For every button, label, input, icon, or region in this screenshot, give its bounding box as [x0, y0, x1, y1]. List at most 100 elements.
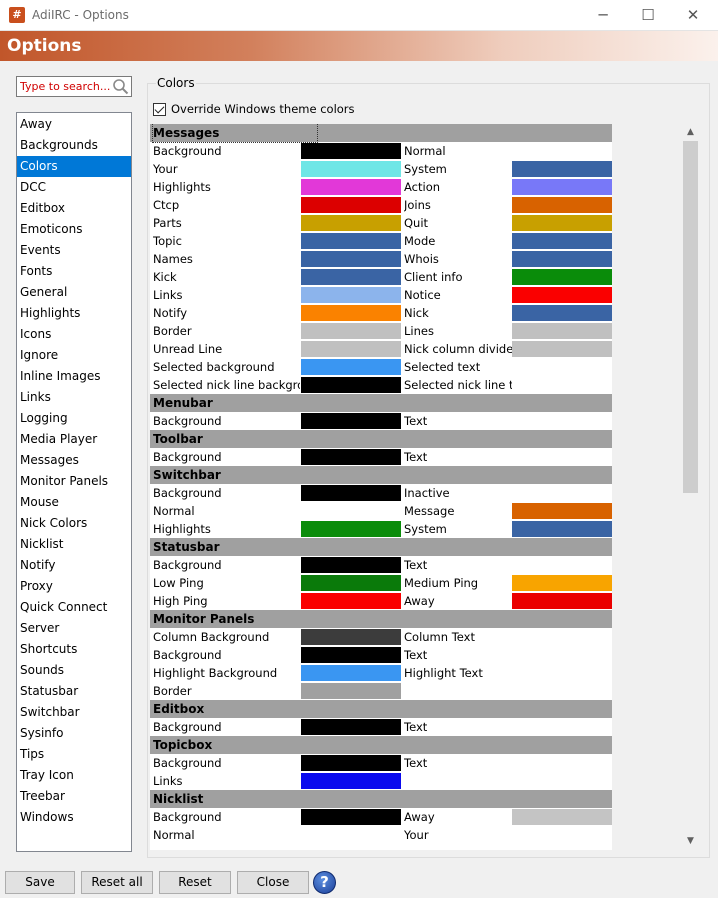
color-swatch[interactable] — [301, 179, 401, 195]
sidebar-item-proxy[interactable]: Proxy — [17, 576, 131, 597]
sidebar-item-links[interactable]: Links — [17, 387, 131, 408]
close-window-button[interactable]: ✕ — [670, 0, 716, 31]
reset-button[interactable]: Reset — [159, 871, 231, 894]
reset-all-button[interactable]: Reset all — [81, 871, 153, 894]
color-swatch[interactable] — [301, 215, 401, 231]
sidebar-item-fonts[interactable]: Fonts — [17, 261, 131, 282]
sidebar-item-quick-connect[interactable]: Quick Connect — [17, 597, 131, 618]
close-button[interactable]: Close — [237, 871, 309, 894]
color-label: Message — [404, 504, 455, 518]
color-swatch[interactable] — [301, 251, 401, 267]
color-swatch[interactable] — [512, 269, 612, 285]
color-swatch[interactable] — [512, 251, 612, 267]
color-swatch[interactable] — [301, 287, 401, 303]
sidebar-item-away[interactable]: Away — [17, 114, 131, 135]
minimize-button[interactable]: ─ — [580, 0, 626, 31]
color-swatch[interactable] — [301, 719, 401, 735]
color-swatch[interactable] — [301, 413, 401, 429]
color-swatch[interactable] — [512, 287, 612, 303]
color-swatch[interactable] — [512, 341, 612, 357]
save-button[interactable]: Save — [5, 871, 75, 894]
color-swatch[interactable] — [301, 557, 401, 573]
override-theme-row[interactable]: Override Windows theme colors — [153, 101, 355, 117]
color-swatch[interactable] — [301, 629, 401, 645]
sidebar-item-tray-icon[interactable]: Tray Icon — [17, 765, 131, 786]
scroll-down-button[interactable]: ▼ — [682, 833, 699, 850]
color-swatch[interactable] — [301, 359, 401, 375]
color-swatch[interactable] — [301, 647, 401, 663]
color-grid-scrollbar[interactable]: ▲ ▼ — [682, 124, 699, 850]
color-swatch[interactable] — [301, 521, 401, 537]
sidebar-item-highlights[interactable]: Highlights — [17, 303, 131, 324]
color-swatch[interactable] — [301, 161, 401, 177]
sidebar-item-statusbar[interactable]: Statusbar — [17, 681, 131, 702]
color-swatch[interactable] — [301, 809, 401, 825]
color-swatch[interactable] — [301, 773, 401, 789]
sidebar-item-notify[interactable]: Notify — [17, 555, 131, 576]
color-swatch[interactable] — [301, 683, 401, 699]
color-swatch[interactable] — [512, 197, 612, 213]
color-swatch[interactable] — [512, 323, 612, 339]
color-label: High Ping — [153, 594, 208, 608]
help-icon[interactable]: ? — [313, 871, 336, 894]
scroll-up-button[interactable]: ▲ — [682, 124, 699, 141]
sidebar-item-shortcuts[interactable]: Shortcuts — [17, 639, 131, 660]
sidebar-item-ignore[interactable]: Ignore — [17, 345, 131, 366]
sidebar-item-icons[interactable]: Icons — [17, 324, 131, 345]
sidebar-item-editbox[interactable]: Editbox — [17, 198, 131, 219]
sidebar-item-colors[interactable]: Colors — [17, 156, 131, 177]
color-swatch[interactable] — [512, 233, 612, 249]
sidebar-item-tips[interactable]: Tips — [17, 744, 131, 765]
color-swatch[interactable] — [301, 593, 401, 609]
color-row: Background Text — [150, 412, 612, 430]
sidebar-item-windows[interactable]: Windows — [17, 807, 131, 828]
sidebar-item-messages[interactable]: Messages — [17, 450, 131, 471]
color-swatch[interactable] — [301, 575, 401, 591]
color-swatch[interactable] — [301, 485, 401, 501]
color-swatch[interactable] — [301, 305, 401, 321]
sidebar-item-dcc[interactable]: DCC — [17, 177, 131, 198]
sidebar-item-emoticons[interactable]: Emoticons — [17, 219, 131, 240]
color-swatch[interactable] — [512, 575, 612, 591]
color-swatch[interactable] — [512, 521, 612, 537]
color-swatch[interactable] — [512, 809, 612, 825]
color-swatch[interactable] — [301, 143, 401, 159]
override-theme-checkbox[interactable] — [153, 102, 166, 116]
sidebar-item-events[interactable]: Events — [17, 240, 131, 261]
color-swatch[interactable] — [301, 665, 401, 681]
color-swatch[interactable] — [301, 197, 401, 213]
sidebar-item-monitor-panels[interactable]: Monitor Panels — [17, 471, 131, 492]
color-label: Background — [153, 720, 222, 734]
sidebar-item-switchbar[interactable]: Switchbar — [17, 702, 131, 723]
color-swatch[interactable] — [301, 755, 401, 771]
color-swatch[interactable] — [512, 503, 612, 519]
color-swatch[interactable] — [512, 593, 612, 609]
category-list[interactable]: Away Backgrounds Colors DCC Editbox Emoticons… — [16, 112, 132, 852]
search-input[interactable] — [17, 77, 111, 96]
sidebar-item-sounds[interactable]: Sounds — [17, 660, 131, 681]
scroll-thumb[interactable] — [683, 141, 698, 493]
color-swatch[interactable] — [301, 323, 401, 339]
sidebar-item-server[interactable]: Server — [17, 618, 131, 639]
color-swatch[interactable] — [301, 269, 401, 285]
sidebar-item-sysinfo[interactable]: Sysinfo — [17, 723, 131, 744]
sidebar-item-inline-images[interactable]: Inline Images — [17, 366, 131, 387]
maximize-button[interactable]: ☐ — [625, 0, 671, 31]
color-swatch[interactable] — [512, 305, 612, 321]
sidebar-item-backgrounds[interactable]: Backgrounds — [17, 135, 131, 156]
color-swatch[interactable] — [512, 179, 612, 195]
color-swatch[interactable] — [512, 215, 612, 231]
color-swatch[interactable] — [301, 377, 401, 393]
sidebar-item-nicklist[interactable]: Nicklist — [17, 534, 131, 555]
sidebar-item-nick-colors[interactable]: Nick Colors — [17, 513, 131, 534]
sidebar-item-logging[interactable]: Logging — [17, 408, 131, 429]
color-swatch[interactable] — [301, 341, 401, 357]
sidebar-item-treebar[interactable]: Treebar — [17, 786, 131, 807]
color-swatch[interactable] — [301, 449, 401, 465]
sidebar-item-general[interactable]: General — [17, 282, 131, 303]
sidebar-item-media-player[interactable]: Media Player — [17, 429, 131, 450]
search-icon[interactable] — [112, 78, 129, 95]
color-swatch[interactable] — [512, 161, 612, 177]
color-swatch[interactable] — [301, 233, 401, 249]
sidebar-item-mouse[interactable]: Mouse — [17, 492, 131, 513]
